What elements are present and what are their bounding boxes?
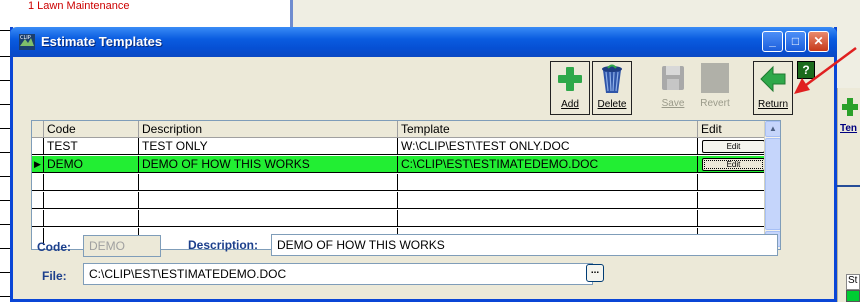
- row-indicator-cell: [32, 192, 44, 209]
- title-bar[interactable]: CLIP Estimate Templates _ □ ✕: [10, 27, 837, 57]
- row-indicator-cell: [32, 174, 44, 191]
- file-label: File:: [42, 269, 67, 283]
- background-status-header: St: [846, 274, 860, 290]
- browse-button[interactable]: ...: [586, 264, 604, 282]
- code-label: Code:: [37, 240, 71, 254]
- cell-empty[interactable]: [139, 210, 398, 227]
- background-separator: [837, 185, 860, 187]
- cell-empty[interactable]: [398, 174, 698, 191]
- cell-code[interactable]: DEMO: [44, 156, 139, 173]
- app-logo-icon: CLIP: [19, 34, 35, 50]
- estimate-templates-window: CLIP Estimate Templates _ □ ✕ Add Delete…: [10, 27, 837, 302]
- return-label: Return: [757, 99, 788, 110]
- grid-header: Code Description Template Edit: [32, 121, 780, 138]
- window-title: Estimate Templates: [41, 34, 163, 49]
- revert-icon: [701, 63, 729, 93]
- save-label: Save: [661, 98, 685, 109]
- background-status-cell: [846, 290, 860, 302]
- cell-empty[interactable]: [398, 192, 698, 209]
- column-header-edit[interactable]: Edit: [698, 121, 764, 138]
- cell-empty[interactable]: [44, 192, 139, 209]
- add-button[interactable]: Add: [550, 61, 590, 115]
- cell-description[interactable]: DEMO OF HOW THIS WORKS: [139, 156, 398, 173]
- scroll-thumb[interactable]: [765, 138, 780, 230]
- return-button[interactable]: Return: [753, 61, 793, 115]
- back-arrow-icon: [760, 65, 786, 93]
- column-header-code[interactable]: Code: [44, 121, 139, 138]
- cell-empty[interactable]: [44, 174, 139, 191]
- column-header-template[interactable]: Template: [398, 121, 698, 138]
- cell-empty[interactable]: [139, 192, 398, 209]
- background-toolbar-strip: [837, 88, 860, 302]
- plus-icon: [558, 67, 582, 91]
- background-tool-label[interactable]: Ten: [840, 123, 857, 134]
- table-row-empty[interactable]: [32, 192, 764, 209]
- grid-header-indicator: [32, 121, 44, 138]
- code-field[interactable]: DEMO: [83, 235, 161, 257]
- cell-template[interactable]: W:\CLIP\EST\TEST ONLY.DOC: [398, 138, 698, 155]
- floppy-disk-icon: [662, 66, 684, 90]
- annotation-arrow-icon: [794, 46, 857, 94]
- row-indicator-cell: [32, 210, 44, 227]
- templates-grid: Code Description Template Edit TEST TEST…: [31, 120, 781, 250]
- description-label: Description:: [188, 238, 259, 252]
- delete-label: Delete: [597, 99, 627, 110]
- minimize-button[interactable]: _: [762, 31, 783, 52]
- row-indicator-cell: [32, 138, 44, 155]
- cell-empty[interactable]: [44, 210, 139, 227]
- add-label: Add: [561, 99, 579, 110]
- cell-code[interactable]: TEST: [44, 138, 139, 155]
- table-row-empty[interactable]: [32, 210, 764, 227]
- edit-button[interactable]: Edit: [702, 140, 765, 153]
- row-indicator-icon: ▶: [32, 156, 44, 173]
- delete-button[interactable]: Delete: [592, 61, 632, 115]
- recycle-bin-icon: [602, 64, 622, 93]
- revert-button[interactable]: Revert: [695, 61, 735, 115]
- table-row-empty[interactable]: [32, 174, 764, 191]
- cell-empty[interactable]: [139, 174, 398, 191]
- table-row[interactable]: TEST TEST ONLY W:\CLIP\EST\TEST ONLY.DOC…: [32, 138, 765, 155]
- cell-description[interactable]: TEST ONLY: [139, 138, 398, 155]
- file-field[interactable]: C:\CLIP\EST\ESTIMATEDEMO.DOC: [83, 263, 593, 285]
- svg-text:CLIP: CLIP: [20, 35, 31, 41]
- column-header-description[interactable]: Description: [139, 121, 398, 138]
- scroll-up-button[interactable]: ▲: [765, 121, 780, 137]
- vertical-scrollbar[interactable]: ▲ ▼: [764, 121, 780, 249]
- table-row-selected[interactable]: ▶ DEMO DEMO OF HOW THIS WORKS C:\CLIP\ES…: [32, 156, 765, 173]
- cell-empty[interactable]: [398, 210, 698, 227]
- description-field[interactable]: DEMO OF HOW THIS WORKS: [271, 234, 778, 256]
- save-button[interactable]: Save: [653, 61, 693, 115]
- cell-template[interactable]: C:\CLIP\EST\ESTIMATEDEMO.DOC: [398, 156, 698, 173]
- revert-label: Revert: [700, 98, 730, 109]
- background-list-item[interactable]: 1 Lawn Maintenance: [28, 0, 130, 12]
- edit-button[interactable]: Edit: [702, 158, 765, 171]
